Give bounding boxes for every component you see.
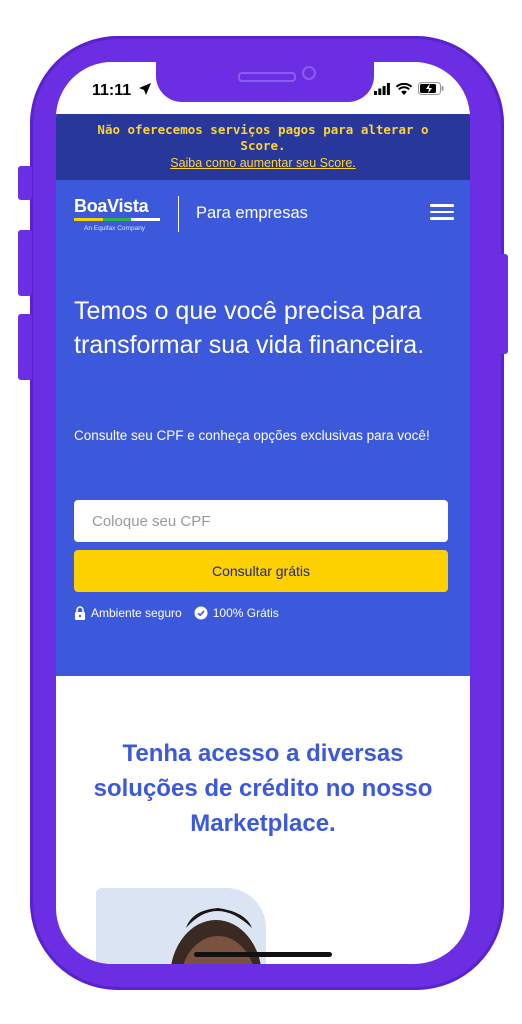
logo-wordmark: BoaVista [74, 196, 149, 216]
battery-charging-icon [418, 82, 444, 100]
marketplace-title: Tenha acesso a diversas soluções de créd… [93, 740, 433, 837]
consult-free-button[interactable]: Consultar grátis [74, 550, 448, 592]
logo-subtext: An Equifax Company [84, 225, 146, 232]
trust-badges: Ambiente seguro 100% Grátis [74, 606, 291, 620]
phone-side-button [18, 166, 32, 200]
hero-headline: Temos o que você precisa para transforma… [74, 297, 425, 359]
status-time: 11:11 [92, 82, 132, 99]
speaker-grille [238, 72, 296, 82]
notch [156, 62, 374, 102]
notice-score-link[interactable]: Saiba como aumentar seu Score. [170, 156, 356, 170]
cpf-input[interactable] [74, 500, 448, 542]
free-badge: 100% Grátis [194, 606, 279, 620]
hamburger-menu-icon[interactable] [430, 204, 454, 222]
wifi-icon [395, 82, 413, 100]
status-bar: 11:11 [56, 62, 470, 114]
hero-subline: Consulte seu CPF e conheça opções exclus… [74, 428, 430, 443]
hero-section: BoaVista An Equifax Company Para empresa… [56, 180, 470, 676]
front-camera [302, 66, 316, 80]
location-arrow-icon [138, 82, 152, 101]
logo-stripe [74, 218, 161, 221]
free-badge-label: 100% Grátis [212, 606, 279, 620]
lock-icon [75, 606, 85, 620]
boavista-logo[interactable]: BoaVista An Equifax Company [74, 196, 162, 232]
for-business-link[interactable]: Para empresas [196, 204, 308, 223]
status-icons [374, 82, 444, 100]
signal-icon [374, 82, 390, 100]
notice-banner: Não oferecemos serviços pagos para alter… [56, 114, 470, 180]
phone-power-button [494, 254, 508, 354]
secure-badge-label: Ambiente seguro [91, 606, 182, 620]
phone-volume-down-button [18, 314, 32, 380]
phone-screen: 11:11 Não oferecemos serviços pagos para… [56, 62, 470, 964]
notice-text: Não oferecemos serviços pagos para alter… [97, 122, 429, 153]
phone-volume-up-button [18, 230, 32, 296]
header-divider [178, 196, 179, 232]
home-indicator [194, 952, 332, 957]
check-circle-icon [194, 606, 208, 620]
secure-badge: Ambiente seguro [74, 606, 182, 620]
